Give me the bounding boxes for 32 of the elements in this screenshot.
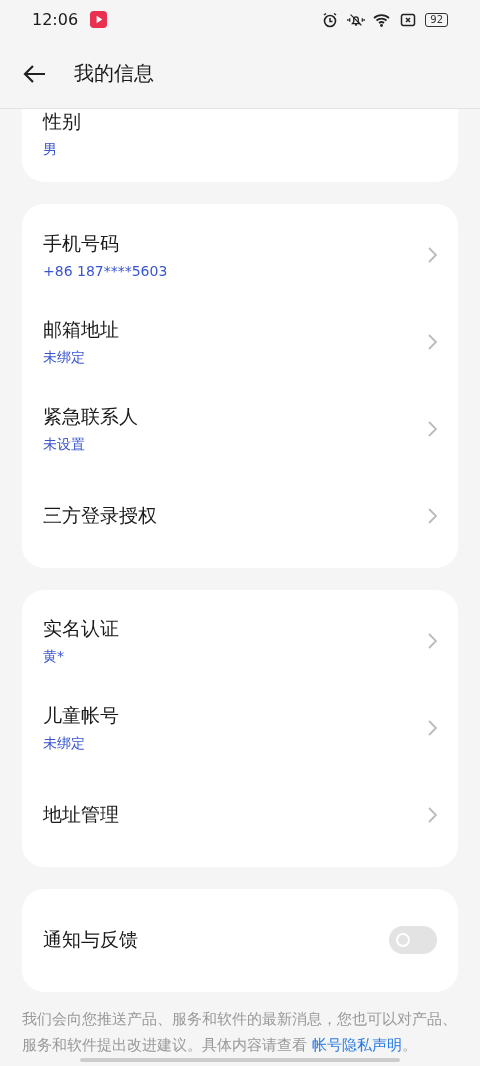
chevron-icon[interactable] bbox=[427, 420, 437, 439]
back-icon[interactable] bbox=[22, 63, 46, 84]
page-title: 我的信息 bbox=[74, 60, 154, 88]
setting-value: 黄* bbox=[43, 648, 65, 667]
setting-label[interactable]: 地址管理 bbox=[43, 802, 427, 829]
chevron-icon[interactable] bbox=[427, 632, 437, 651]
chevron-icon[interactable] bbox=[427, 719, 437, 738]
setting-value: 未设置 bbox=[43, 436, 86, 455]
setting-value: 未绑定 bbox=[43, 735, 86, 754]
setting-label[interactable]: 手机号码 bbox=[43, 231, 427, 258]
toggle-switch[interactable] bbox=[389, 926, 437, 955]
setting-label: 性别 bbox=[43, 109, 82, 135]
notice-text: 我们会向您推送产品、服务和软件的最新消息，您也可以对产品、服务和软件提出改进建议。具体内容请查看 帐号隐私声明。 bbox=[22, 1010, 458, 1056]
setting-value: +86 187****5603 bbox=[43, 263, 169, 280]
battery-level: 92 bbox=[425, 12, 448, 27]
setting-label[interactable]: 实名认证 bbox=[43, 616, 427, 643]
setting-value: 未绑定 bbox=[43, 349, 86, 368]
wifi-icon bbox=[373, 11, 392, 28]
setting-label: 通知与反馈 bbox=[43, 927, 139, 953]
video-app-icon bbox=[90, 11, 108, 29]
chevron-icon[interactable] bbox=[427, 806, 437, 825]
status-time: 12:06 bbox=[32, 10, 79, 30]
chevron-icon[interactable] bbox=[427, 246, 437, 265]
chevron-icon[interactable] bbox=[427, 507, 437, 526]
chevron-icon[interactable] bbox=[427, 333, 437, 352]
setting-label[interactable]: 儿童帐号 bbox=[43, 703, 427, 730]
privacy-link[interactable]: 帐号隐私声明 bbox=[311, 1037, 402, 1054]
setting-label[interactable]: 紧急联系人 bbox=[43, 404, 427, 431]
setting-value: 男 bbox=[43, 141, 58, 160]
setting-label[interactable]: 邮箱地址 bbox=[43, 317, 427, 344]
sim-off-icon bbox=[399, 11, 418, 28]
setting-label[interactable]: 三方登录授权 bbox=[43, 503, 427, 530]
